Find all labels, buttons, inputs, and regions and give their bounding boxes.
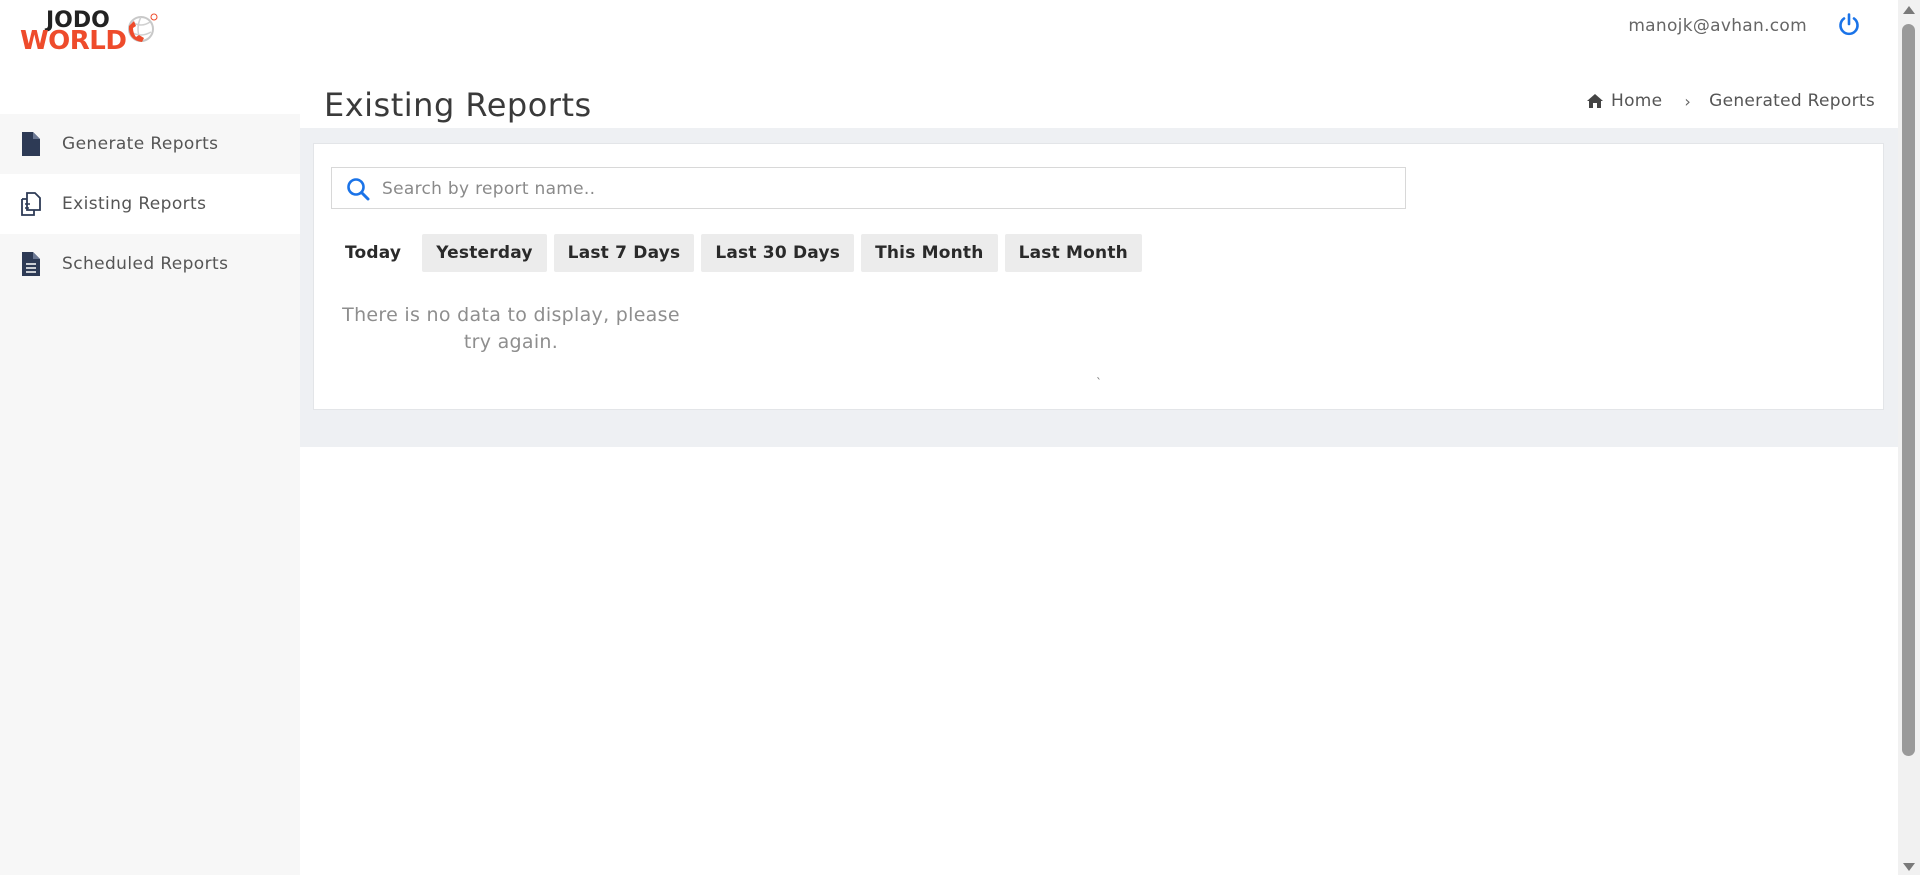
empty-state-message: There is no data to display, please try … [336,302,686,356]
home-icon [1586,94,1603,108]
breadcrumb-home-link[interactable]: Home [1611,91,1662,111]
search-box [331,167,1406,210]
globe-phone-icon [128,13,158,42]
sidebar-item-scheduled-reports[interactable]: Scheduled Reports [0,234,300,294]
tab-today[interactable]: Today [331,234,415,272]
search-input[interactable] [380,168,1404,210]
scroll-up-arrow-icon[interactable] [1903,6,1915,14]
tab-yesterday[interactable]: Yesterday [422,234,547,272]
scrollbar-thumb[interactable] [1902,24,1915,756]
user-email[interactable]: manojk@avhan.com [1628,16,1807,36]
breadcrumb-separator: › [1684,91,1692,111]
date-filter-tabs: Today Yesterday Last 7 Days Last 30 Days… [331,234,1142,272]
tab-this-month[interactable]: This Month [861,234,998,272]
empty-state-line: There is no data to display, please [342,304,680,326]
sidebar-item-label: Generate Reports [62,134,219,154]
tab-last-month[interactable]: Last Month [1004,234,1142,272]
logo-text-bottom: WORLD [20,26,127,56]
page-scrollbar[interactable] [1898,0,1920,875]
sidebar-item-label: Existing Reports [62,194,207,214]
page-title: Existing Reports [324,86,592,124]
brand-logo[interactable]: JODO WORLD [20,10,160,54]
breadcrumb: Home › Generated Reports [1586,91,1875,111]
file-text-icon [22,252,40,276]
power-icon[interactable] [1836,12,1862,38]
reports-card: Today Yesterday Last 7 Days Last 30 Days… [313,143,1884,410]
tab-last-30-days[interactable]: Last 30 Days [701,234,855,272]
sidebar-item-generate-reports[interactable]: Generate Reports [0,114,300,174]
stray-mark: ` [1096,376,1102,390]
scroll-down-arrow-icon[interactable] [1903,863,1915,871]
sidebar-item-label: Scheduled Reports [62,254,229,274]
search-icon [347,178,370,201]
breadcrumb-current: Generated Reports [1709,91,1875,111]
sidebar-item-existing-reports[interactable]: Existing Reports [0,174,300,234]
sidebar: Generate Reports Existing Reports Schedu… [0,114,300,875]
tab-last-7-days[interactable]: Last 7 Days [553,234,695,272]
copy-icon [21,192,41,216]
empty-state-line: try again. [463,331,559,353]
file-icon [22,132,40,156]
